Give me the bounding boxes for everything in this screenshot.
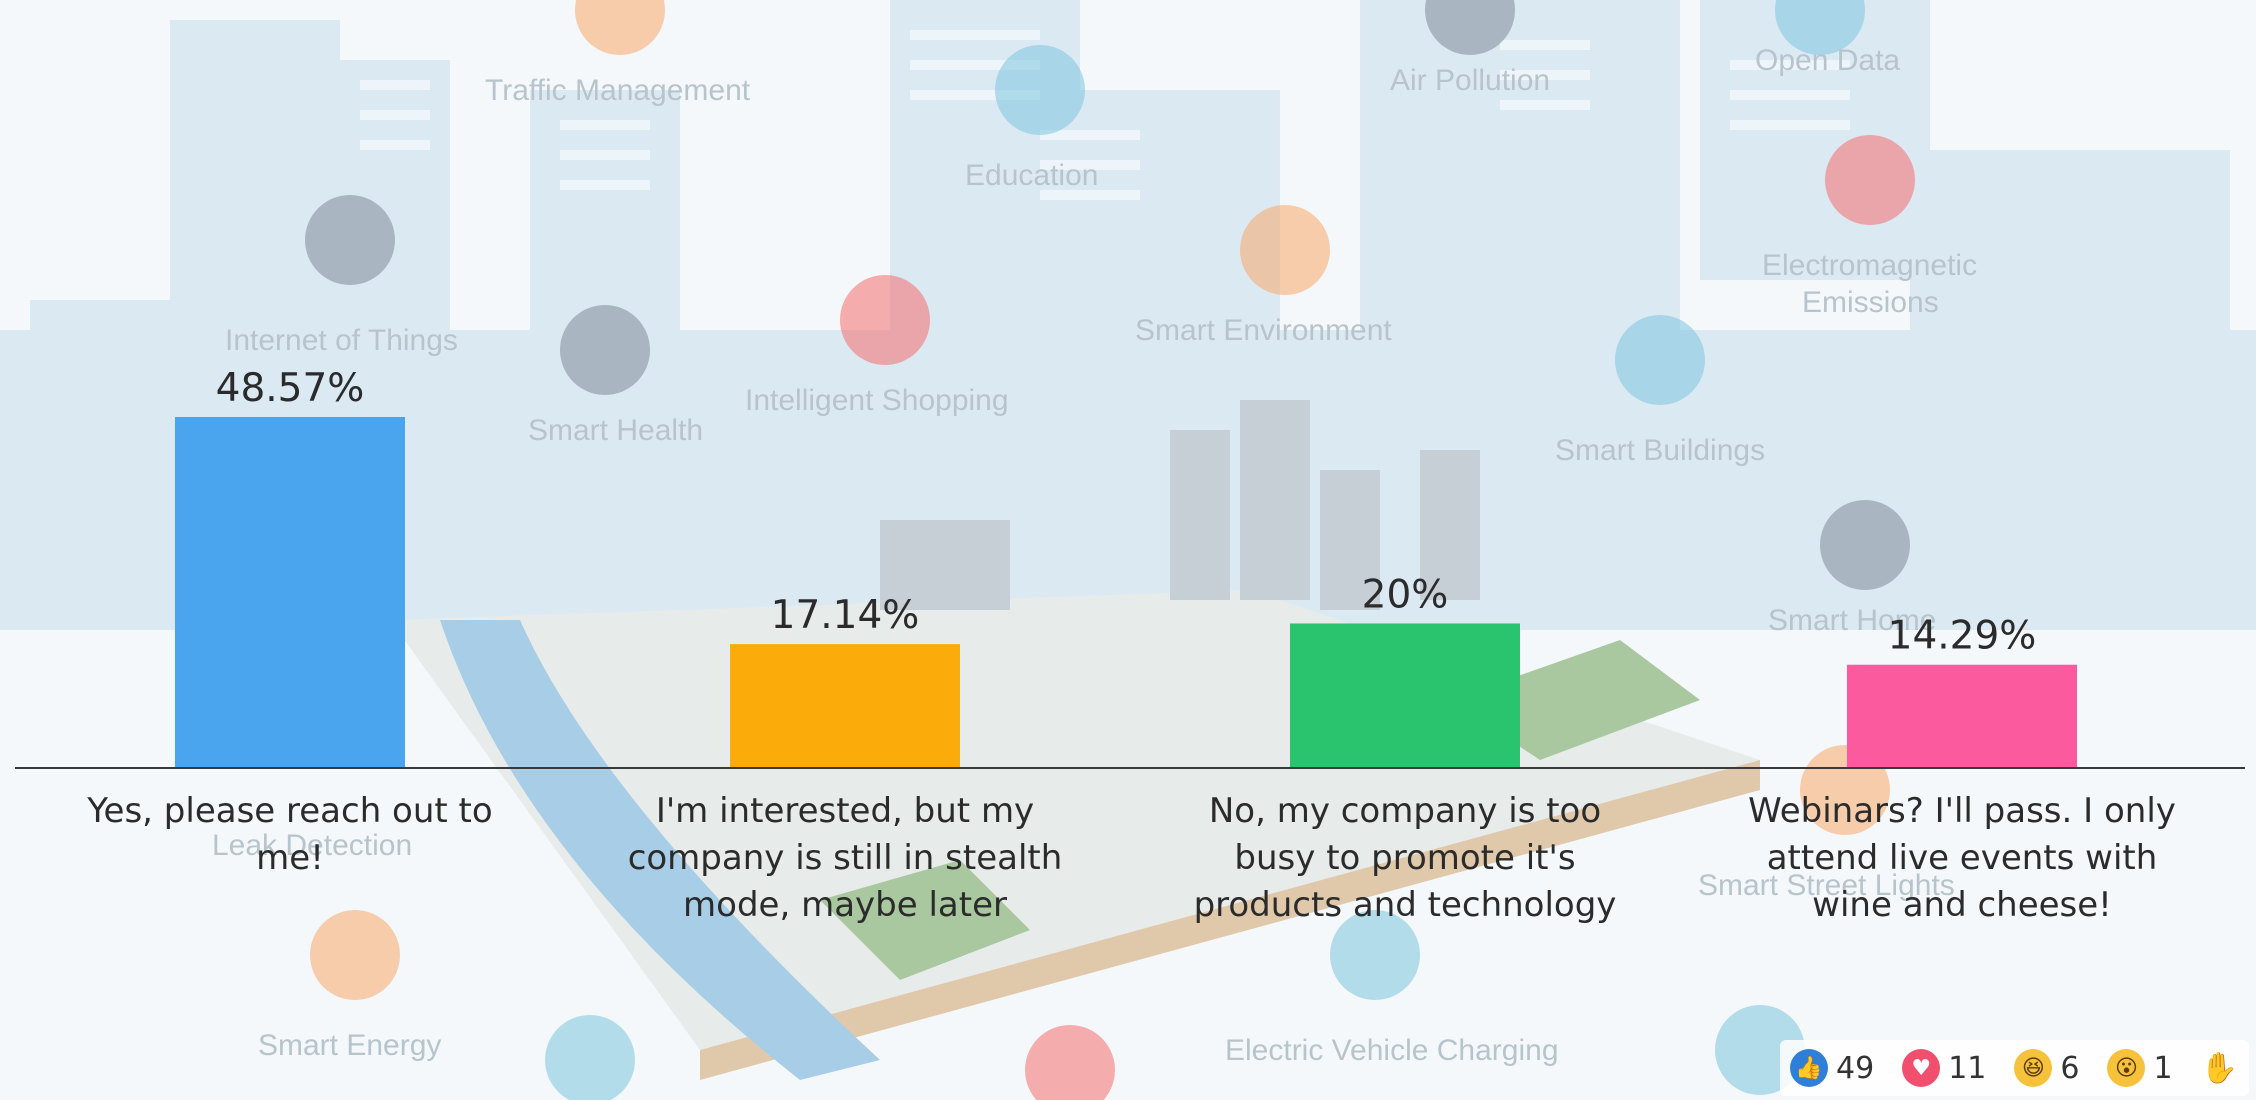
category-label-line: No, my company is too	[1208, 791, 1602, 831]
category-label-line: attend live events with	[1766, 838, 2158, 878]
bar-value-label: 20%	[1362, 572, 1449, 617]
raised-hand-icon[interactable]: ✋	[2201, 1049, 2239, 1087]
bar-1	[175, 417, 405, 768]
bar-value-label: 48.57%	[216, 366, 365, 411]
reactions-bar: 👍 49 ♥ 11 😆 6 😮 1 ✋	[1780, 1040, 2249, 1096]
poll-results-chart: 48.57% 17.14% 20% 14.29%	[15, 366, 2245, 769]
bar-3	[1290, 623, 1520, 768]
heart-icon[interactable]: ♥	[1902, 1049, 1941, 1087]
bar-value-label: 17.14%	[771, 593, 920, 638]
category-label: Yes, please reach out to me!	[40, 788, 540, 882]
category-label-line: wine and cheese!	[1812, 885, 2112, 925]
love-count: 11	[1948, 1050, 1987, 1086]
value-labels-group: 48.57% 17.14% 20% 14.29%	[216, 366, 2037, 659]
category-label: No, my company is too busy to promote it'…	[1155, 788, 1655, 929]
category-label-line: me!	[256, 838, 324, 878]
laugh-count: 6	[2060, 1050, 2080, 1086]
like-count: 49	[1836, 1050, 1875, 1086]
bar-2	[730, 644, 960, 768]
category-label: I'm interested, but my company is still i…	[595, 788, 1095, 929]
category-label-line: Webinars? I'll pass. I only	[1748, 791, 2176, 831]
category-label-line: mode, maybe later	[683, 885, 1007, 925]
category-label: Webinars? I'll pass. I only attend live e…	[1712, 788, 2212, 929]
category-label-line: busy to promote it's	[1234, 838, 1576, 878]
category-label-line: Yes, please reach out to	[87, 791, 493, 831]
laugh-icon[interactable]: 😆	[2014, 1049, 2053, 1087]
category-label-line: products and technology	[1193, 885, 1617, 925]
wow-count: 1	[2153, 1050, 2173, 1086]
category-label-line: I'm interested, but my	[655, 791, 1035, 831]
bar-4	[1847, 664, 2077, 768]
thumbs-up-icon[interactable]: 👍	[1790, 1049, 1828, 1087]
bar-value-label: 14.29%	[1888, 614, 2037, 659]
wow-icon[interactable]: 😮	[2107, 1049, 2146, 1087]
category-label-line: company is still in stealth	[627, 838, 1063, 878]
bars-group	[175, 417, 2077, 768]
